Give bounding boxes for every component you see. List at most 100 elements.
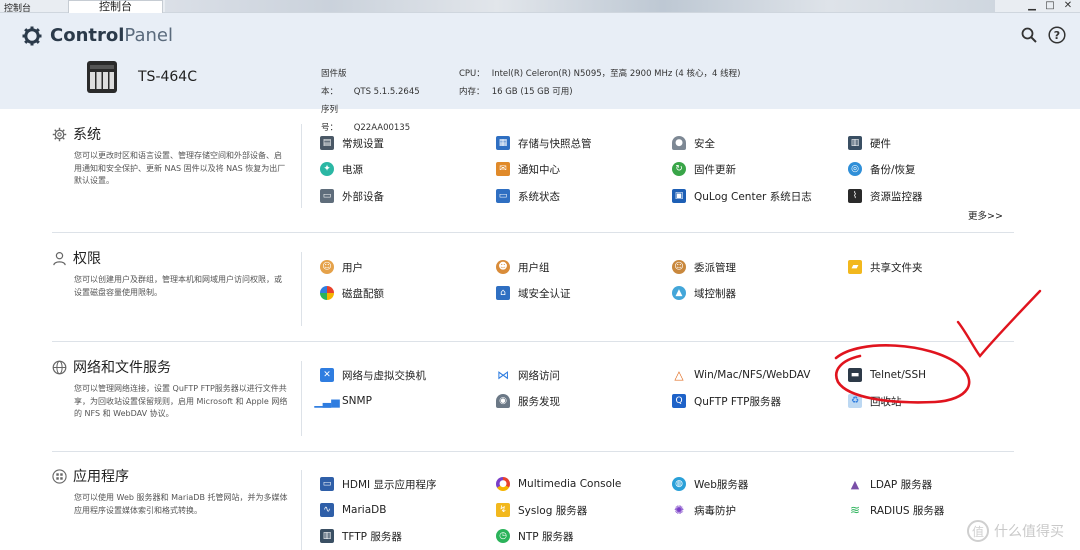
ftp-icon: Q xyxy=(672,394,686,408)
item-backup-restore[interactable]: ◎ 备份/恢复 xyxy=(848,160,916,178)
item-resource-monitor[interactable]: ⌇ 资源监控器 xyxy=(848,187,923,205)
item-network-switch[interactable]: ✕ 网络与虚拟交换机 xyxy=(320,366,426,384)
settings-icon: ▤ xyxy=(320,136,334,150)
recycle-bin-icon: ♻ xyxy=(848,394,862,408)
section-divider xyxy=(52,341,1014,342)
hdmi-display-icon: ▭ xyxy=(320,477,334,491)
watermark: 值 什么值得买 xyxy=(967,520,1064,542)
memory-info: 16 GB (15 GB 可用) xyxy=(491,87,573,97)
network-access-icon: ⋈ xyxy=(496,368,510,382)
item-telnet-ssh[interactable]: ▬ Telnet/SSH xyxy=(848,366,926,384)
ldap-icon: ▲ xyxy=(848,477,862,491)
item-user-groups[interactable]: ☻ 用户组 xyxy=(496,258,550,276)
syslog-icon: ↯ xyxy=(496,503,510,517)
section-description: 您可以使用 Web 服务器和 MariaDB 托管网站，并为多媒体应用程序设置媒… xyxy=(74,493,288,515)
gear-icon xyxy=(22,26,42,45)
divider xyxy=(301,252,302,326)
item-delegated-admin[interactable]: ☺ 委派管理 xyxy=(672,258,736,276)
item-multimedia-console[interactable]: ● Multimedia Console xyxy=(496,475,621,493)
firmware-version: QTS 5.1.5.2645 xyxy=(353,87,420,97)
backup-icon: ◎ xyxy=(848,162,862,176)
item-system-status[interactable]: ▭ 系统状态 xyxy=(496,187,560,205)
close-button[interactable]: ✕ xyxy=(1062,0,1074,12)
item-snmp[interactable]: ▁▃▅ SNMP xyxy=(314,392,372,410)
discovery-icon: ◉ xyxy=(496,394,510,408)
bulb-icon: ✦ xyxy=(320,162,334,176)
item-quftp[interactable]: Q QuFTP FTP服务器 xyxy=(672,392,781,410)
tab-control-panel[interactable]: 控制台 xyxy=(68,0,163,14)
item-domain-controller[interactable]: ▲ 域控制器 xyxy=(672,284,736,302)
item-recycle-bin[interactable]: ♻ 回收站 xyxy=(848,392,902,410)
user-icon: ☺ xyxy=(320,260,334,274)
cpu-info: Intel(R) Celeron(R) N5095，至高 2900 MHz (4… xyxy=(491,69,741,79)
domain-controller-icon: ▲ xyxy=(672,286,686,300)
device-model: TS-464C xyxy=(138,69,197,85)
item-notification-center[interactable]: ✉ 通知中心 xyxy=(496,160,560,178)
watermark-logo-icon: 值 xyxy=(967,520,989,542)
item-domain-security[interactable]: ⌂ 域安全认证 xyxy=(496,284,571,302)
item-external-device[interactable]: ▭ 外部设备 xyxy=(320,187,384,205)
section-divider xyxy=(52,232,1014,233)
triangle-icon: △ xyxy=(672,368,686,382)
item-qulog-center[interactable]: ▣ QuLog Center 系统日志 xyxy=(672,187,812,205)
item-service-discovery[interactable]: ◉ 服务发现 xyxy=(496,392,560,410)
user-group-icon: ☻ xyxy=(496,260,510,274)
divider xyxy=(301,470,302,550)
item-disk-quota[interactable]: 磁盘配额 xyxy=(320,284,384,302)
section-title: 权限 xyxy=(73,251,101,267)
mariadb-icon: ∿ xyxy=(320,503,334,517)
network-switch-icon: ✕ xyxy=(320,368,334,382)
item-win-mac-nfs[interactable]: △ Win/Mac/NFS/WebDAV xyxy=(672,366,810,384)
item-shared-folders[interactable]: ▰ 共享文件夹 xyxy=(848,258,923,276)
domain-security-icon: ⌂ xyxy=(496,286,510,300)
specs-left: 固件版本： QTS 5.1.5.2645 序列号： Q22AA00135 xyxy=(321,69,420,133)
item-mariadb[interactable]: ∿ MariaDB xyxy=(320,501,386,519)
item-storage-snapshots[interactable]: ▦ 存储与快照总管 xyxy=(496,134,592,152)
item-firmware-update[interactable]: ↻ 固件更新 xyxy=(672,160,736,178)
section-description: 您可以创建用户及群组，管理本机和网域用户访问权限，或设置磁盘容量使用限制。 xyxy=(74,275,282,297)
delegate-icon: ☺ xyxy=(672,260,686,274)
item-ntp-server[interactable]: ◷ NTP 服务器 xyxy=(496,527,573,545)
gear-outline-icon xyxy=(52,127,67,141)
item-radius-server[interactable]: ≋ RADIUS 服务器 xyxy=(848,501,944,519)
item-web-server[interactable]: ◍ Web服务器 xyxy=(672,475,748,493)
item-general-settings[interactable]: ▤ 常规设置 xyxy=(320,134,384,152)
item-antivirus[interactable]: ✺ 病毒防护 xyxy=(672,501,736,519)
external-device-icon: ▭ xyxy=(320,189,334,203)
web-server-icon: ◍ xyxy=(672,477,686,491)
item-tftp-server[interactable]: ▥ TFTP 服务器 xyxy=(320,527,402,545)
specs-right: CPU： Intel(R) Celeron(R) N5095，至高 2900 M… xyxy=(459,69,741,97)
item-hardware[interactable]: ▥ 硬件 xyxy=(848,134,891,152)
help-icon[interactable]: ? xyxy=(1048,26,1066,44)
storage-icon: ▦ xyxy=(496,136,510,150)
app-logo: ControlPanel xyxy=(22,25,173,46)
search-icon[interactable] xyxy=(1020,26,1038,44)
item-syslog-server[interactable]: ↯ Syslog 服务器 xyxy=(496,501,587,519)
item-network-access[interactable]: ⋈ 网络访问 xyxy=(496,366,560,384)
control-panel-header: ControlPanel ? TS-464C 固件版本： QTS 5.1.5.2… xyxy=(0,13,1080,133)
monitor-icon: ▭ xyxy=(496,189,510,203)
divider xyxy=(301,124,302,208)
item-security[interactable]: ● 安全 xyxy=(672,134,715,152)
item-ldap-server[interactable]: ▲ LDAP 服务器 xyxy=(848,475,932,493)
radius-icon: ≋ xyxy=(848,503,862,517)
quota-pie-icon xyxy=(320,286,334,300)
item-power[interactable]: ✦ 电源 xyxy=(320,160,363,178)
folder-icon: ▰ xyxy=(848,260,862,274)
multimedia-icon: ● xyxy=(496,477,510,491)
item-users[interactable]: ☺ 用户 xyxy=(320,258,363,276)
item-hdmi-display[interactable]: ▭ HDMI 显示应用程序 xyxy=(320,475,436,493)
section-title: 网络和文件服务 xyxy=(73,360,171,376)
more-link[interactable]: 更多>> xyxy=(968,208,1003,222)
clock-icon: ◷ xyxy=(496,529,510,543)
section-description: 您可以更改时区和语言设置、管理存储空间和外部设备、启用通知和安全保护、更新 NA… xyxy=(74,151,286,185)
section-divider xyxy=(52,451,1014,452)
device-info: TS-464C xyxy=(84,59,197,95)
maximize-button[interactable]: □ xyxy=(1044,0,1056,12)
hardware-icon: ▥ xyxy=(848,136,862,150)
terminal-icon: ▬ xyxy=(848,368,862,382)
minimize-button[interactable]: ▁ xyxy=(1026,0,1038,12)
svg-text:?: ? xyxy=(1054,29,1060,42)
log-icon: ▣ xyxy=(672,189,686,203)
user-outline-icon xyxy=(53,251,66,265)
